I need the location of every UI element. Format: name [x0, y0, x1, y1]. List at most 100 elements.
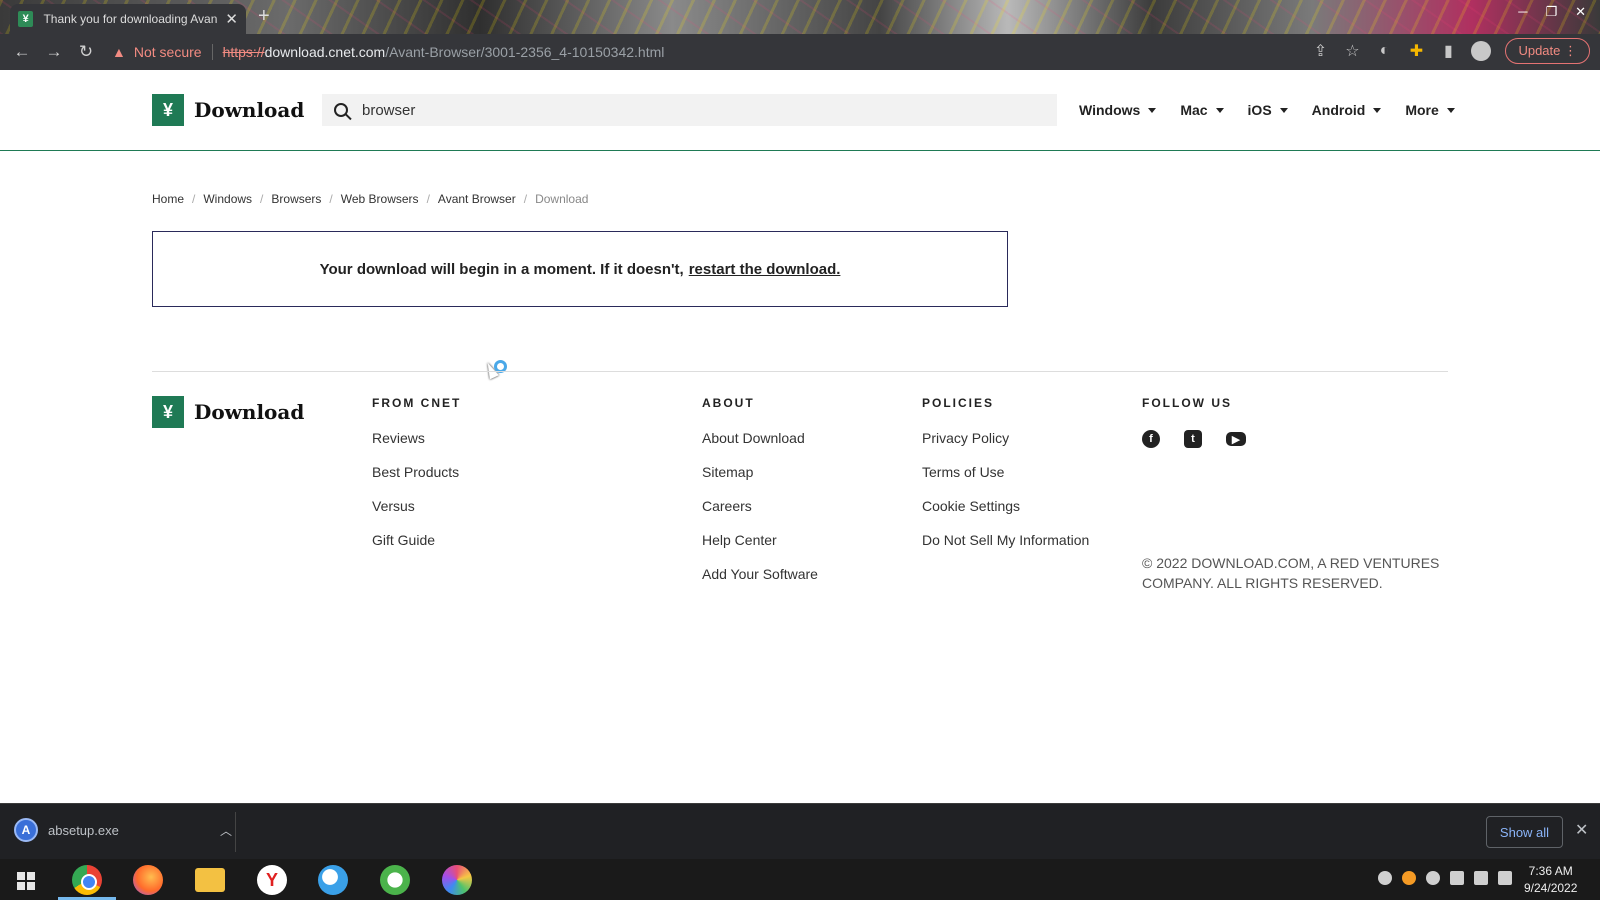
site-favicon-icon: ¥ [18, 11, 34, 27]
caret-down-icon [1446, 107, 1455, 113]
security-indicator[interactable]: Not secure [134, 44, 202, 60]
firefox-taskbar-icon[interactable] [133, 865, 163, 895]
footer-link-about-download[interactable]: About Download [702, 430, 818, 446]
footer-link-terms[interactable]: Terms of Use [922, 464, 1089, 480]
flag-tray-icon[interactable] [1450, 871, 1464, 885]
update-button[interactable]: Update ⋮ [1505, 38, 1590, 64]
chrome-taskbar-icon[interactable] [72, 865, 102, 895]
close-download-bar-icon[interactable]: ✕ [1575, 820, 1588, 840]
download-message-text: Your download will begin in a moment. If… [319, 260, 684, 278]
breadcrumb-separator: / [523, 192, 528, 206]
extensions-puzzle-icon[interactable]: ✚ [1407, 41, 1425, 61]
back-arrow-icon[interactable]: ← [6, 42, 38, 62]
avant-app-icon: A [14, 818, 38, 842]
nav-android[interactable]: Android [1312, 102, 1382, 118]
facebook-icon[interactable]: f [1142, 430, 1160, 448]
footer-logo-text: Download [194, 400, 305, 424]
footer-logo[interactable]: ¥ Download [152, 396, 304, 428]
nav-ios[interactable]: iOS [1248, 102, 1288, 118]
new-tab-button[interactable]: + [258, 5, 270, 28]
breadcrumb-separator: / [329, 192, 333, 206]
youtube-icon[interactable]: ▶ [1226, 432, 1246, 446]
footer-link-best-products[interactable]: Best Products [372, 464, 461, 480]
file-explorer-taskbar-icon[interactable] [195, 868, 225, 892]
footer-link-gift-guide[interactable]: Gift Guide [372, 532, 461, 548]
taskbar-clock[interactable]: 7:36 AM 9/24/2022 [1524, 863, 1577, 897]
breadcrumb-web-browsers[interactable]: Web Browsers [341, 192, 419, 206]
breadcrumb-separator: / [260, 192, 264, 206]
side-panel-icon[interactable]: ▮ [1439, 41, 1457, 61]
search-input[interactable]: browser [322, 94, 1057, 126]
address-bar[interactable]: ▲ Not secure https:// download.cnet.com … [112, 38, 1312, 66]
breadcrumb-home[interactable]: Home [152, 192, 184, 206]
windows-start-icon[interactable] [17, 872, 35, 890]
clock-time: 7:36 AM [1528, 864, 1573, 878]
close-window-icon[interactable]: ✕ [1575, 4, 1586, 20]
footer-col-from-cnet: FROM CNET Reviews Best Products Versus G… [372, 396, 461, 566]
show-all-button[interactable]: Show all [1486, 816, 1563, 848]
yandex-tray-icon[interactable] [1378, 871, 1392, 885]
footer-link-cookie-settings[interactable]: Cookie Settings [922, 498, 1089, 514]
search-icon [334, 103, 348, 117]
nav-label: Android [1311, 102, 1366, 118]
footer-link-help-center[interactable]: Help Center [702, 532, 818, 548]
window-controls: ─ ❐ ✕ [1518, 4, 1586, 20]
update-label: Update [1518, 43, 1561, 58]
network-tray-icon[interactable] [1474, 871, 1488, 885]
active-tab[interactable]: ¥ Thank you for downloading Avant ✕ [10, 4, 246, 34]
footer-heading: FOLLOW US [1142, 396, 1232, 410]
url-scheme: https:// [222, 44, 265, 60]
app-tray-icon[interactable] [1426, 871, 1440, 885]
nav-label: iOS [1247, 102, 1272, 118]
footer-link-reviews[interactable]: Reviews [372, 430, 461, 446]
chevron-up-icon[interactable]: ︿ [220, 822, 232, 839]
breadcrumb-windows[interactable]: Windows [203, 192, 252, 206]
nav-mac[interactable]: Mac [1180, 102, 1224, 118]
footer-link-add-software[interactable]: Add Your Software [702, 566, 818, 582]
minimize-icon[interactable]: ─ [1518, 4, 1527, 20]
search-tray-icon[interactable] [1402, 871, 1416, 885]
share-icon[interactable]: ⇪ [1311, 41, 1329, 61]
copyright-text: © 2022 DOWNLOAD.COM, A RED VENTURES COMP… [1142, 555, 1440, 591]
footer-link-versus[interactable]: Versus [372, 498, 461, 514]
footer-link-privacy[interactable]: Privacy Policy [922, 430, 1089, 446]
clock-date: 9/24/2022 [1524, 881, 1578, 895]
profile-avatar-icon[interactable] [1471, 41, 1492, 61]
download-item[interactable]: A absetup.exe ︿ [14, 818, 232, 842]
reload-icon[interactable]: ↻ [70, 42, 102, 62]
url-host: download.cnet.com [264, 44, 386, 60]
breadcrumb-avant-browser[interactable]: Avant Browser [438, 192, 516, 206]
tab-title: Thank you for downloading Avant [43, 12, 218, 26]
volume-tray-icon[interactable] [1498, 871, 1512, 885]
footer-link-sitemap[interactable]: Sitemap [702, 464, 818, 480]
footer-link-careers[interactable]: Careers [702, 498, 818, 514]
yandex-taskbar-icon[interactable]: Y [257, 865, 287, 895]
tab-close-icon[interactable]: ✕ [225, 10, 238, 28]
browser-taskbar-icon[interactable] [318, 865, 348, 895]
footer-heading: ABOUT [702, 396, 755, 410]
url-path: /Avant-Browser/3001-2356_4-10150342.html [385, 44, 665, 60]
nav-label: More [1405, 102, 1439, 118]
footer-link-do-not-sell[interactable]: Do Not Sell My Information [922, 532, 1089, 548]
nav-windows[interactable]: Windows [1079, 102, 1157, 118]
download-logo-icon: ¥ [152, 94, 184, 126]
site-logo[interactable]: ¥ Download [152, 94, 304, 126]
coccoc-taskbar-icon[interactable] [380, 865, 410, 895]
breadcrumb-browsers[interactable]: Browsers [271, 192, 321, 206]
browser-toolbar: ← → ↻ ▲ Not secure https:// download.cne… [0, 34, 1600, 70]
caret-down-icon [1215, 107, 1224, 113]
download-bar-divider [235, 812, 236, 852]
bookmark-star-icon[interactable]: ☆ [1343, 41, 1361, 61]
twitter-icon[interactable]: t [1184, 430, 1202, 448]
restore-icon[interactable]: ❐ [1545, 4, 1557, 20]
extension-circle-icon[interactable]: ◐ [1375, 42, 1393, 60]
restart-download-link[interactable]: restart the download. [689, 261, 841, 278]
warning-triangle-icon[interactable]: ▲ [112, 44, 126, 60]
nav-more[interactable]: More [1405, 102, 1455, 118]
breadcrumb-current: Download [535, 192, 589, 206]
colorful-app-taskbar-icon[interactable] [442, 865, 472, 895]
download-message-box: Your download will begin in a moment. If… [152, 231, 1008, 307]
download-bar: A absetup.exe ︿ Show all ✕ [0, 803, 1600, 859]
platform-nav: Windows Mac iOS Android More [1079, 102, 1455, 118]
forward-arrow-icon[interactable]: → [38, 42, 70, 62]
